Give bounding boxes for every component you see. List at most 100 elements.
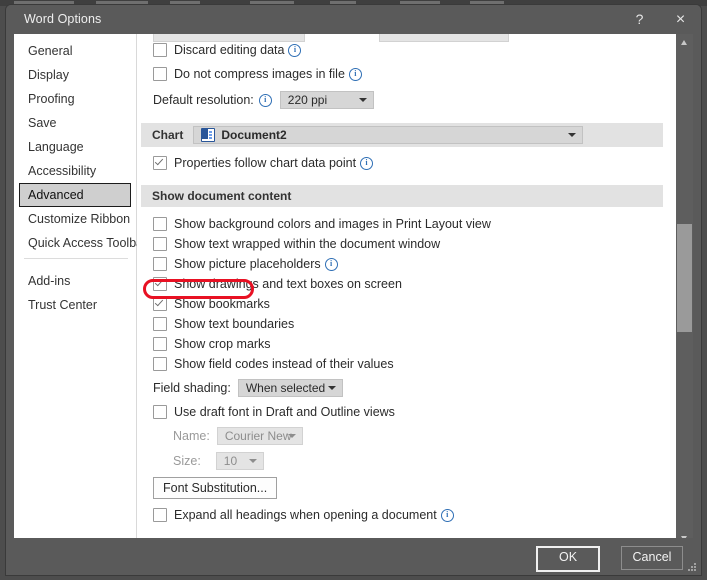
checkbox-use-draft-font[interactable] [153,405,167,419]
dialog-footer: OK Cancel [6,538,701,575]
options-sidebar: General Display Proofing Save Language A… [14,34,137,547]
scroll-up-button[interactable] [676,34,693,51]
chevron-down-icon [328,386,336,390]
checkbox-show-bookmarks[interactable] [153,297,167,311]
resize-grip[interactable] [688,563,697,572]
info-icon[interactable]: i [288,44,301,57]
vertical-scrollbar[interactable] [676,34,693,547]
row-do-not-compress-images[interactable]: Do not compress images in file i [153,64,675,84]
sidebar-item-save[interactable]: Save [19,111,131,135]
label-show-drawings-and-text-boxes: Show drawings and text boxes on screen [174,277,402,291]
checkbox-show-background-colors[interactable] [153,217,167,231]
chevron-down-icon [249,459,257,463]
row-draft-font-size: Size: 10 [173,450,675,472]
sidebar-item-accessibility[interactable]: Accessibility [19,159,131,183]
label-properties-follow-chart-data-point: Properties follow chart data point [174,156,356,170]
row-properties-follow-chart-data-point[interactable]: Properties follow chart data point i [153,153,675,173]
close-icon[interactable]: × [660,5,701,34]
label-discard-editing-data: Discard editing data [174,43,284,57]
options-content-pane: Discard editing data i Do not compress i… [137,34,675,547]
label-show-picture-placeholders: Show picture placeholders [174,257,321,271]
sidebar-item-general[interactable]: General [19,39,131,63]
sidebar-item-customize-ribbon[interactable]: Customize Ribbon [19,207,131,231]
info-icon[interactable]: i [325,258,338,271]
draft-font-size-dropdown[interactable]: 10 [216,452,264,470]
row-show-crop-marks[interactable]: Show crop marks [153,334,675,354]
clipped-dropdown-right[interactable] [379,34,509,42]
row-font-substitution: Font Substitution... [153,476,675,500]
field-shading-value: When selected [246,381,325,395]
row-show-drawings-and-text-boxes[interactable]: Show drawings and text boxes on screen [153,274,675,294]
sidebar-item-proofing[interactable]: Proofing [19,87,131,111]
ok-button[interactable]: OK [536,546,600,572]
row-show-background-colors[interactable]: Show background colors and images in Pri… [153,214,675,234]
checkbox-show-text-wrapped[interactable] [153,237,167,251]
word-options-dialog: Word Options ? × General Display Proofin… [6,5,701,575]
label-default-resolution: Default resolution: [153,93,254,107]
label-show-text-wrapped: Show text wrapped within the document wi… [174,237,440,251]
chevron-down-icon [568,133,576,137]
cancel-button[interactable]: Cancel [621,546,683,570]
checkbox-properties-follow-chart-data-point[interactable] [153,156,167,170]
label-show-crop-marks: Show crop marks [174,337,271,351]
sidebar-item-trust-center[interactable]: Trust Center [19,293,131,317]
sidebar-item-language[interactable]: Language [19,135,131,159]
label-field-shading: Field shading: [153,381,231,395]
info-icon[interactable]: i [259,94,272,107]
chevron-down-icon [288,434,296,438]
sidebar-item-add-ins[interactable]: Add-ins [19,269,131,293]
label-use-draft-font: Use draft font in Draft and Outline view… [174,405,395,419]
row-draft-font-name: Name: Courier New [173,425,675,447]
checkbox-show-drawings-and-text-boxes[interactable] [153,277,167,291]
field-shading-dropdown[interactable]: When selected [238,379,343,397]
row-discard-editing-data[interactable]: Discard editing data i [153,40,675,60]
checkbox-show-field-codes[interactable] [153,357,167,371]
checkbox-expand-all-headings[interactable] [153,508,167,522]
chart-document-dropdown[interactable]: Document2 [193,126,583,144]
row-default-resolution: Default resolution: i 220 ppi [153,89,675,111]
clipped-dropdown-left[interactable] [153,34,305,42]
checkbox-do-not-compress-images[interactable] [153,67,167,81]
row-show-text-boundaries[interactable]: Show text boundaries [153,314,675,334]
row-expand-all-headings[interactable]: Expand all headings when opening a docum… [153,505,675,525]
font-substitution-button[interactable]: Font Substitution... [153,477,277,499]
row-show-field-codes[interactable]: Show field codes instead of their values [153,354,675,374]
label-show-bookmarks: Show bookmarks [174,297,270,311]
sidebar-item-display[interactable]: Display [19,63,131,87]
sidebar-item-advanced[interactable]: Advanced [19,183,131,207]
row-show-picture-placeholders[interactable]: Show picture placeholders i [153,254,675,274]
triangle-up-icon [681,40,687,45]
sidebar-item-quick-access-toolbar[interactable]: Quick Access Toolbar [19,231,131,255]
scrollbar-thumb[interactable] [677,224,692,332]
section-header-chart: Chart Document2 [141,123,663,147]
dialog-titlebar[interactable]: Word Options ? × [6,5,701,34]
info-icon[interactable]: i [441,509,454,522]
default-resolution-dropdown[interactable]: 220 ppi [280,91,374,109]
dialog-body: General Display Proofing Save Language A… [14,34,693,547]
label-expand-all-headings: Expand all headings when opening a docum… [174,508,437,522]
document-icon [201,128,215,142]
row-use-draft-font[interactable]: Use draft font in Draft and Outline view… [153,402,675,422]
help-icon[interactable]: ? [619,5,660,34]
section-header-show-document-content: Show document content [141,185,663,207]
draft-font-name-value: Courier New [225,429,292,443]
checkbox-show-crop-marks[interactable] [153,337,167,351]
row-show-text-wrapped[interactable]: Show text wrapped within the document wi… [153,234,675,254]
label-draft-font-size: Size: [173,454,201,468]
checkbox-show-picture-placeholders[interactable] [153,257,167,271]
draft-font-name-dropdown[interactable]: Courier New [217,427,303,445]
label-show-text-boundaries: Show text boundaries [174,317,294,331]
default-resolution-value: 220 ppi [288,93,327,107]
checkbox-discard-editing-data[interactable] [153,43,167,57]
label-do-not-compress-images: Do not compress images in file [174,67,345,81]
checkbox-show-text-boundaries[interactable] [153,317,167,331]
info-icon[interactable]: i [360,157,373,170]
row-field-shading: Field shading: When selected [153,377,675,399]
info-icon[interactable]: i [349,68,362,81]
chevron-down-icon [359,98,367,102]
sidebar-divider [24,258,128,266]
row-show-bookmarks[interactable]: Show bookmarks [153,294,675,314]
draft-font-size-value: 10 [224,454,237,468]
chart-section-title: Chart [152,124,183,146]
label-show-background-colors: Show background colors and images in Pri… [174,217,491,231]
